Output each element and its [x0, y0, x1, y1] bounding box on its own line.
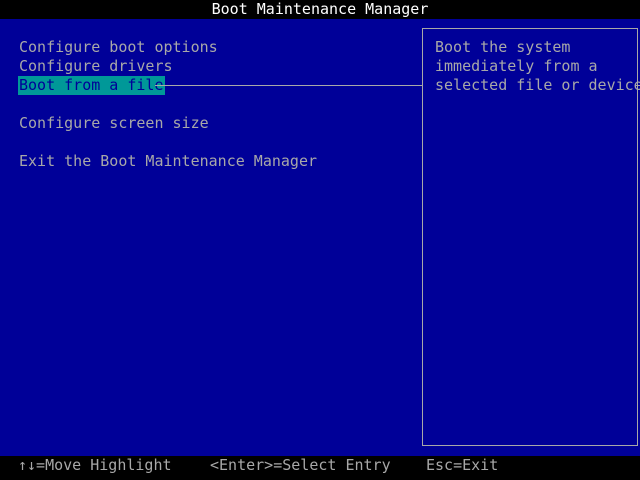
bios-screen: Boot Maintenance Manager Configure boot … [0, 0, 640, 480]
help-line: selected file or device [435, 76, 640, 94]
title-bar: Boot Maintenance Manager [0, 0, 640, 19]
menu-item-boot-from-file[interactable]: Boot from a file [18, 76, 165, 95]
menu-item-exit[interactable]: Exit the Boot Maintenance Manager [18, 152, 318, 171]
status-bar: ↑↓=Move Highlight <Enter>=Select Entry E… [0, 456, 640, 480]
menu-item-configure-boot-options[interactable]: Configure boot options [18, 38, 219, 57]
menu-item-configure-drivers[interactable]: Configure drivers [18, 57, 174, 76]
help-line: immediately from a [435, 57, 598, 75]
menu-item-configure-screen-size[interactable]: Configure screen size [18, 114, 210, 133]
status-select-entry: <Enter>=Select Entry [210, 456, 391, 474]
page-title: Boot Maintenance Manager [211, 0, 429, 18]
selection-connector-line [155, 85, 423, 86]
menu-list [0, 38, 422, 466]
status-exit: Esc=Exit [426, 456, 499, 474]
help-panel: Boot the system immediately from a selec… [422, 28, 640, 446]
help-line: Boot the system [435, 38, 571, 56]
status-move-highlight: ↑↓=Move Highlight [18, 456, 172, 474]
